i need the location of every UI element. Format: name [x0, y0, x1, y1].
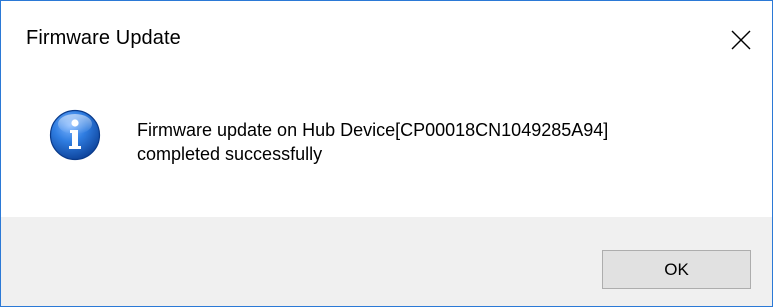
info-icon	[49, 109, 101, 161]
title-bar[interactable]: Firmware Update	[1, 1, 772, 81]
close-button[interactable]	[710, 1, 772, 81]
ok-button[interactable]: OK	[602, 250, 751, 289]
message-line-2: completed successfully	[137, 144, 323, 164]
dialog-footer: OK	[1, 217, 772, 306]
dialog-title: Firmware Update	[26, 27, 181, 49]
message-line-1: Firmware update on Hub Device[CP00018CN1…	[137, 120, 609, 140]
message-text: Firmware update on Hub Device[CP00018CN1…	[137, 118, 737, 166]
close-icon	[731, 30, 751, 50]
firmware-update-dialog: Firmware Update Firmware update on Hub D…	[0, 0, 773, 307]
dialog-content: Firmware update on Hub Device[CP00018CN1…	[1, 81, 772, 217]
